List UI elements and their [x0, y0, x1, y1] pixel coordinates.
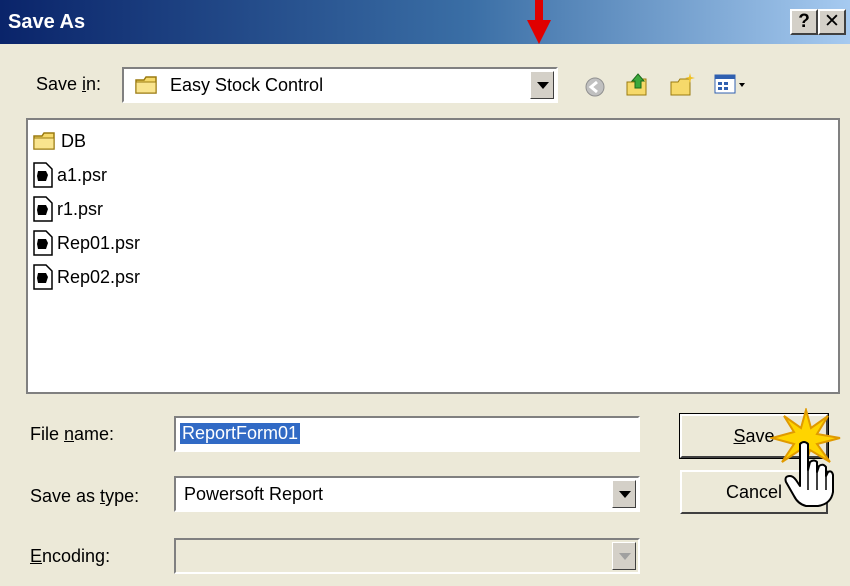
- save-in-label: Save in:: [36, 74, 102, 94]
- list-item[interactable]: Rep01.psr: [32, 228, 140, 258]
- save-as-type-dropdown[interactable]: Powersoft Report: [174, 476, 640, 512]
- hand-cursor-icon: [784, 441, 834, 507]
- list-item[interactable]: r1.psr: [32, 194, 103, 224]
- window-title: Save As: [8, 11, 86, 33]
- file-name-field[interactable]: ReportForm01: [174, 416, 640, 452]
- chevron-down-icon: [612, 542, 636, 570]
- report-file-icon: [32, 230, 54, 256]
- file-name: r1.psr: [57, 198, 104, 219]
- file-name-value: ReportForm01: [180, 423, 301, 444]
- encoding-dropdown: [174, 538, 640, 574]
- file-name-label: File name:: [30, 424, 115, 444]
- title-bar[interactable]: Save As ? ✕: [0, 0, 850, 44]
- list-item[interactable]: Rep02.psr: [32, 262, 140, 292]
- current-folder: Easy Stock Control: [170, 75, 324, 95]
- file-name: DB: [61, 130, 87, 151]
- folder-icon: [32, 130, 58, 152]
- annotation-arrow-icon: [527, 0, 551, 44]
- report-file-icon: [32, 264, 54, 290]
- list-item[interactable]: DB: [32, 126, 86, 156]
- save-as-type-label: Save as type:: [30, 486, 140, 506]
- new-folder-icon[interactable]: [668, 72, 696, 103]
- encoding-label: Encoding:: [30, 546, 111, 566]
- report-file-icon: [32, 162, 54, 188]
- close-button[interactable]: ✕: [818, 9, 846, 35]
- help-button[interactable]: ?: [790, 9, 818, 35]
- file-name: a1.psr: [57, 164, 108, 185]
- save-in-dropdown[interactable]: Easy Stock Control: [122, 67, 558, 103]
- list-item[interactable]: a1.psr: [32, 160, 107, 190]
- report-file-icon: [32, 196, 54, 222]
- file-name: Rep01.psr: [57, 232, 141, 253]
- file-name: Rep02.psr: [57, 266, 141, 287]
- file-list[interactable]: DB a1.psr r1.psr Rep01.psr Rep02.psr: [26, 118, 840, 394]
- chevron-down-icon[interactable]: [530, 71, 554, 99]
- back-icon[interactable]: [584, 76, 606, 103]
- save-as-type-value: Powersoft Report: [184, 484, 324, 504]
- up-folder-icon[interactable]: [624, 70, 652, 103]
- chevron-down-icon[interactable]: [612, 480, 636, 508]
- folder-icon: [134, 74, 160, 101]
- view-menu-icon[interactable]: [714, 74, 748, 101]
